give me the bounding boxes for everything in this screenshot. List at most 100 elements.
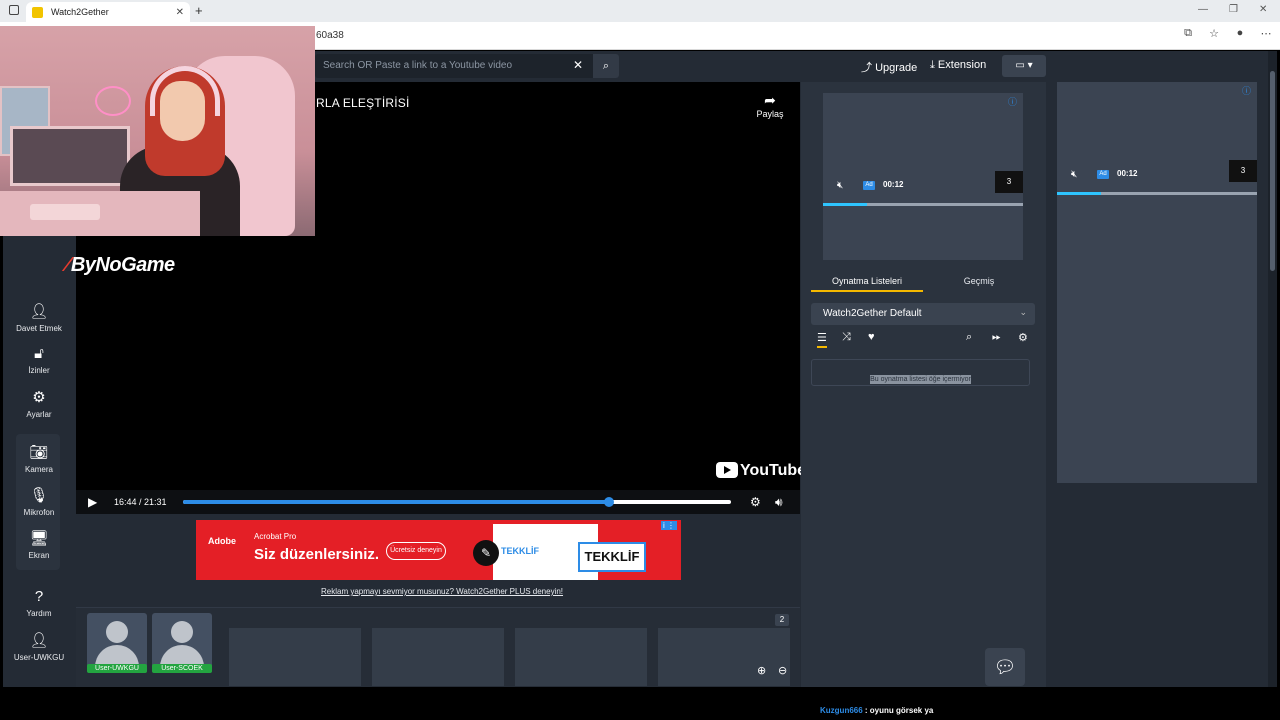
volume-icon[interactable]: 🔊︎ xyxy=(775,495,783,510)
browser-tab-strip: Watch2Gether ✕ + — ❐ ✕ xyxy=(0,0,1280,22)
search-playlist-icon[interactable]: ⌕ xyxy=(966,331,972,344)
bynogame-wordmark: ByNoGame xyxy=(70,254,175,276)
video-thumbnail[interactable] xyxy=(229,628,361,686)
share-label: Paylaş xyxy=(756,109,784,119)
search-input[interactable]: Search OR Paste a link to a Youtube vide… xyxy=(323,60,512,71)
avatar-head xyxy=(106,621,128,643)
maximize-icon[interactable]: ❐ xyxy=(1229,4,1238,15)
rail-item-help[interactable]: ? Yardım xyxy=(3,588,75,618)
mini-player-time: 00:12 xyxy=(883,180,904,189)
monitor-icon: 🖥︎ xyxy=(29,530,49,547)
shuffle-icon[interactable]: ⤨ xyxy=(842,331,851,344)
rail-item-microphone[interactable]: 🎙︎ Mikrofon xyxy=(3,486,75,517)
share-button[interactable]: ➦ Paylaş xyxy=(752,92,788,119)
seek-handle[interactable] xyxy=(604,497,614,507)
video-thumbnail[interactable] xyxy=(658,628,790,686)
youtube-logo[interactable]: YouTube xyxy=(716,462,806,480)
gear-icon: ⚙ xyxy=(32,389,46,406)
extension-label: Extension xyxy=(937,59,987,71)
extension-link[interactable]: ⤓ Extension xyxy=(930,59,986,72)
user-icon: 👤︎ xyxy=(29,632,49,649)
mini-player-progress-fill xyxy=(823,203,867,206)
close-tab-icon[interactable]: ✕ xyxy=(176,7,184,18)
mini-player[interactable]: ⓘ 🔇︎ Ad 00:12 3 xyxy=(823,93,1023,260)
mute-icon[interactable]: 🔇︎ xyxy=(1071,169,1077,180)
heart-icon[interactable]: ♥ xyxy=(868,331,875,343)
zoom-in-icon[interactable]: ⊕ xyxy=(757,664,766,677)
seek-bar[interactable] xyxy=(183,497,731,507)
rail-item-label: User-UWKGU xyxy=(13,653,65,662)
minimize-icon[interactable]: — xyxy=(1198,4,1208,15)
playlist-select[interactable]: Watch2Gether Default ⌄ xyxy=(811,303,1035,325)
add-user-icon: 👤︎ xyxy=(29,303,49,320)
secondary-mini-player[interactable]: ⓘ 🔇︎ Ad 00:12 3 xyxy=(1057,82,1257,249)
upgrade-link[interactable]: ⤴ Upgrade xyxy=(861,59,917,75)
rail-item-gear[interactable]: ⚙ Ayarlar xyxy=(3,388,75,419)
chat-icon[interactable]: 💬︎ xyxy=(985,648,1025,686)
rail-item-unlock[interactable]: 🔓︎ İzinler xyxy=(3,345,75,375)
video-thumbnail[interactable] xyxy=(372,628,504,686)
ad-product: Acrobat Pro xyxy=(254,532,297,541)
page-scrollbar[interactable] xyxy=(1268,51,1277,687)
video-title: RLA ELEŞTİRİSİ xyxy=(316,96,410,110)
tab-history[interactable]: Geçmiş xyxy=(923,272,1035,292)
zoom-out-icon[interactable]: ⊖ xyxy=(778,664,787,677)
rail-item-label: İzinler xyxy=(28,366,50,375)
seek-progress xyxy=(183,500,609,504)
chat-text: : oyunu görsek ya xyxy=(862,706,934,715)
search-icon[interactable]: ⌕ xyxy=(593,54,619,78)
list-icon[interactable]: ☰ xyxy=(817,331,827,348)
play-icon[interactable]: ▶ xyxy=(88,495,97,509)
playlist-settings-icon[interactable]: ⚙ xyxy=(1018,331,1028,344)
mini-player-progress xyxy=(1057,192,1257,195)
playlist-tabs: Oynatma Listeleri Geçmiş xyxy=(811,272,1035,292)
youtube-play-icon xyxy=(716,462,738,478)
rail-item-camera[interactable]: 📷︎ Kamera xyxy=(3,443,75,474)
favorite-icon[interactable]: ☆ xyxy=(1206,27,1222,40)
tab-playlists[interactable]: Oynatma Listeleri xyxy=(811,272,923,292)
ad-banner[interactable]: Adobe Acrobat Pro Siz düzenlersiniz. Ücr… xyxy=(196,520,681,580)
rail-item-add-user[interactable]: 👤︎ Davet Etmek xyxy=(3,302,75,333)
rail-item-label: Ekran xyxy=(28,551,50,560)
mute-icon[interactable]: 🔇︎ xyxy=(837,180,843,191)
extension-icon[interactable]: ⧉ xyxy=(1180,27,1196,40)
close-window-icon[interactable]: ✕ xyxy=(1259,4,1267,15)
mini-player-progress-fill xyxy=(1057,192,1101,195)
player-settings-icon[interactable]: ⚙ xyxy=(750,495,761,509)
scrollbar-thumb[interactable] xyxy=(1270,71,1275,271)
clear-search-icon[interactable]: ✕ xyxy=(573,58,583,72)
url-text: 60a38 xyxy=(316,30,344,41)
chat-username: Kuzgun666 xyxy=(820,706,863,715)
streamer-webcam-overlay xyxy=(0,26,315,236)
info-icon[interactable]: ⓘ xyxy=(1242,84,1251,97)
bynogame-logo: ⁄ ByNoGame xyxy=(66,254,175,277)
watch2gether-favicon-icon xyxy=(32,6,43,18)
new-tab-button[interactable]: + xyxy=(195,3,203,18)
info-icon[interactable]: ⓘ xyxy=(1008,95,1017,108)
playlist-select-value: Watch2Gether Default xyxy=(823,308,922,319)
empty-playlist-text: Bu oynatma listesi öğe içermiyor xyxy=(870,375,971,384)
url-field[interactable]: 60a38 xyxy=(300,25,1060,47)
skip-forward-icon[interactable]: ⏩︎ xyxy=(992,331,1001,344)
mini-player-progress xyxy=(823,203,1023,206)
ad-cta-button[interactable]: Ücretsiz deneyin xyxy=(386,542,446,560)
camera-icon: 📷︎ xyxy=(29,444,49,461)
plus-upsell-link[interactable]: Reklam yapmayı sevmiyor musunuz? Watch2G… xyxy=(321,587,563,596)
keyboard xyxy=(30,204,100,220)
sidebar-toggle-icon[interactable] xyxy=(9,5,19,15)
ad-info-icon[interactable]: i ⋮ xyxy=(661,521,677,530)
pen-icon: ✎ xyxy=(473,540,499,566)
unlock-icon: 🔓︎ xyxy=(34,345,44,362)
help-icon: ? xyxy=(34,588,44,605)
ad-callout: TEKKLİF xyxy=(578,542,646,572)
more-icon[interactable]: ⋯ xyxy=(1258,27,1274,40)
search-bar[interactable]: Search OR Paste a link to a Youtube vide… xyxy=(315,54,619,78)
user-name-badge: User-SCOEK xyxy=(152,664,212,673)
browser-tab[interactable]: Watch2Gether ✕ xyxy=(26,2,190,22)
layout-dropdown-button[interactable]: ▭ ▾ xyxy=(1002,55,1046,77)
video-thumbnail[interactable] xyxy=(515,628,647,686)
rail-item-user[interactable]: 👤︎ User-UWKGU xyxy=(3,631,75,662)
rail-item-monitor[interactable]: 🖥︎ Ekran xyxy=(3,529,75,560)
profile-avatar-icon[interactable]: ● xyxy=(1232,27,1248,40)
mini-player-count: 3 xyxy=(995,171,1023,193)
